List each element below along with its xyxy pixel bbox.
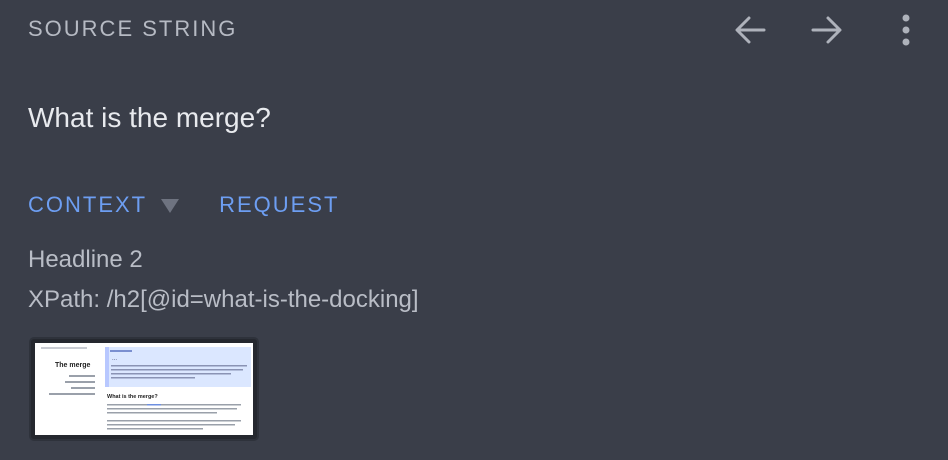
source-string-text: What is the merge? (28, 102, 271, 133)
thumb-sidebar-title: The merge (55, 362, 91, 369)
caret-down-icon (161, 199, 180, 213)
section-title: SOURCE STRING (28, 16, 238, 41)
tab-context-label: CONTEXT (28, 192, 148, 217)
forward-button[interactable] (805, 10, 849, 50)
arrow-right-icon (811, 16, 842, 44)
element-type: Headline 2 (28, 246, 143, 273)
xpath-text: XPath: /h2[@id=what-is-the-docking] (28, 286, 419, 313)
thumb-banner-heading: ... (112, 356, 117, 362)
screenshot-image: The merge ... What is the merge? (35, 343, 253, 435)
arrow-left-icon (735, 16, 766, 44)
more-vertical-icon (902, 14, 910, 46)
tab-request[interactable]: REQUEST (219, 192, 339, 218)
more-options-button[interactable] (884, 10, 928, 50)
thumb-section-heading: What is the merge? (107, 394, 158, 400)
tab-context[interactable]: CONTEXT (28, 192, 180, 218)
context-tabs: CONTEXT REQUEST (28, 192, 339, 218)
screenshot-thumbnail[interactable]: The merge ... What is the merge? (29, 337, 259, 441)
back-button[interactable] (728, 10, 772, 50)
